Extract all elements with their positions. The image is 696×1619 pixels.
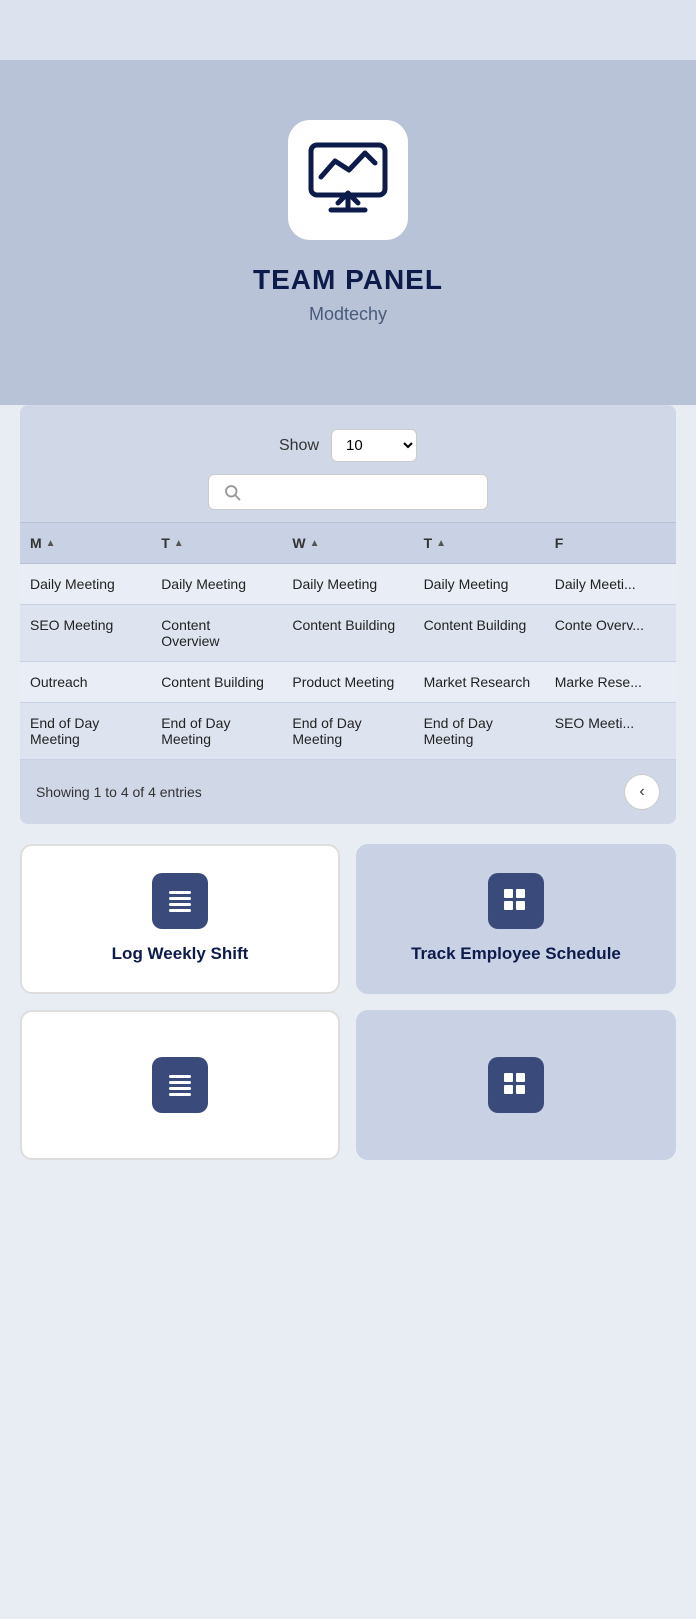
track-employee-icon-box-2 [488,1057,544,1113]
cell-fri-2: Marke Rese... [545,662,676,703]
cell-thu-1: Content Building [414,605,545,662]
cell-tue-2: Content Building [151,662,282,703]
main-content: Show 10 25 50 100 [0,405,696,1190]
cell-mon-0: Daily Meeting [20,564,151,605]
sort-arrow-wed: ▲ [310,538,320,549]
track-employee-icon-box [488,873,544,929]
top-bar [0,0,696,60]
col-fri[interactable]: F [545,523,676,564]
cell-fri-0: Daily Meeti... [545,564,676,605]
actions-grid: Log Weekly Shift Track Employee Schedule [20,844,676,1160]
data-table: M ▲ T ▲ W ▲ [20,522,676,760]
track-employee-schedule-card[interactable]: Track Employee Schedule [356,844,676,994]
pagination-prev-button[interactable]: ‹ [624,774,660,810]
col-thu[interactable]: T ▲ [414,523,545,564]
cell-tue-0: Daily Meeting [151,564,282,605]
cell-mon-1: SEO Meeting [20,605,151,662]
search-input[interactable] [249,484,473,501]
app-subtitle: Modtechy [309,304,387,325]
list-icon [165,886,195,916]
cell-tue-3: End of Day Meeting [151,703,282,760]
log-weekly-shift-card[interactable]: Log Weekly Shift [20,844,340,994]
table-row: OutreachContent BuildingProduct MeetingM… [20,662,676,703]
cell-fri-1: Conte Overv... [545,605,676,662]
showing-text: Showing 1 to 4 of 4 entries [36,784,202,800]
cell-wed-3: End of Day Meeting [282,703,413,760]
cell-tue-1: Content Overview [151,605,282,662]
sort-arrow-tue: ▲ [174,538,184,549]
cell-mon-3: End of Day Meeting [20,703,151,760]
table-section: Show 10 25 50 100 [20,405,676,824]
logo-container [288,120,408,240]
show-select[interactable]: 10 25 50 100 [331,429,417,462]
sort-arrow-mon: ▲ [46,538,56,549]
list-icon-2 [165,1070,195,1100]
log-weekly-shift-icon-box-2 [152,1057,208,1113]
track-employee-schedule-card-2[interactable] [356,1010,676,1160]
cell-wed-2: Product Meeting [282,662,413,703]
log-weekly-shift-label: Log Weekly Shift [112,943,249,965]
cell-wed-1: Content Building [282,605,413,662]
app-logo-icon [303,135,393,225]
grid-icon-2 [501,1070,531,1100]
table-controls: Show 10 25 50 100 [20,421,676,474]
col-tue[interactable]: T ▲ [151,523,282,564]
sort-arrow-thu: ▲ [436,538,446,549]
log-weekly-shift-card-2[interactable] [20,1010,340,1160]
cell-wed-0: Daily Meeting [282,564,413,605]
cell-thu-2: Market Research [414,662,545,703]
table-row: SEO MeetingContent OverviewContent Build… [20,605,676,662]
search-container [20,474,676,522]
search-icon [223,483,241,501]
track-employee-schedule-label: Track Employee Schedule [411,943,621,965]
search-box [208,474,488,510]
table-footer: Showing 1 to 4 of 4 entries ‹ [20,760,676,824]
col-wed[interactable]: W ▲ [282,523,413,564]
table-row: Daily MeetingDaily MeetingDaily MeetingD… [20,564,676,605]
table-row: End of Day MeetingEnd of Day MeetingEnd … [20,703,676,760]
cell-thu-3: End of Day Meeting [414,703,545,760]
table-header-row: M ▲ T ▲ W ▲ [20,523,676,564]
col-mon[interactable]: M ▲ [20,523,151,564]
grid-icon [501,886,531,916]
cell-mon-2: Outreach [20,662,151,703]
app-title: TEAM PANEL [253,264,443,296]
cell-fri-3: SEO Meeti... [545,703,676,760]
cell-thu-0: Daily Meeting [414,564,545,605]
show-label: Show [279,437,319,455]
header-section: TEAM PANEL Modtechy [0,60,696,405]
log-weekly-shift-icon-box [152,873,208,929]
